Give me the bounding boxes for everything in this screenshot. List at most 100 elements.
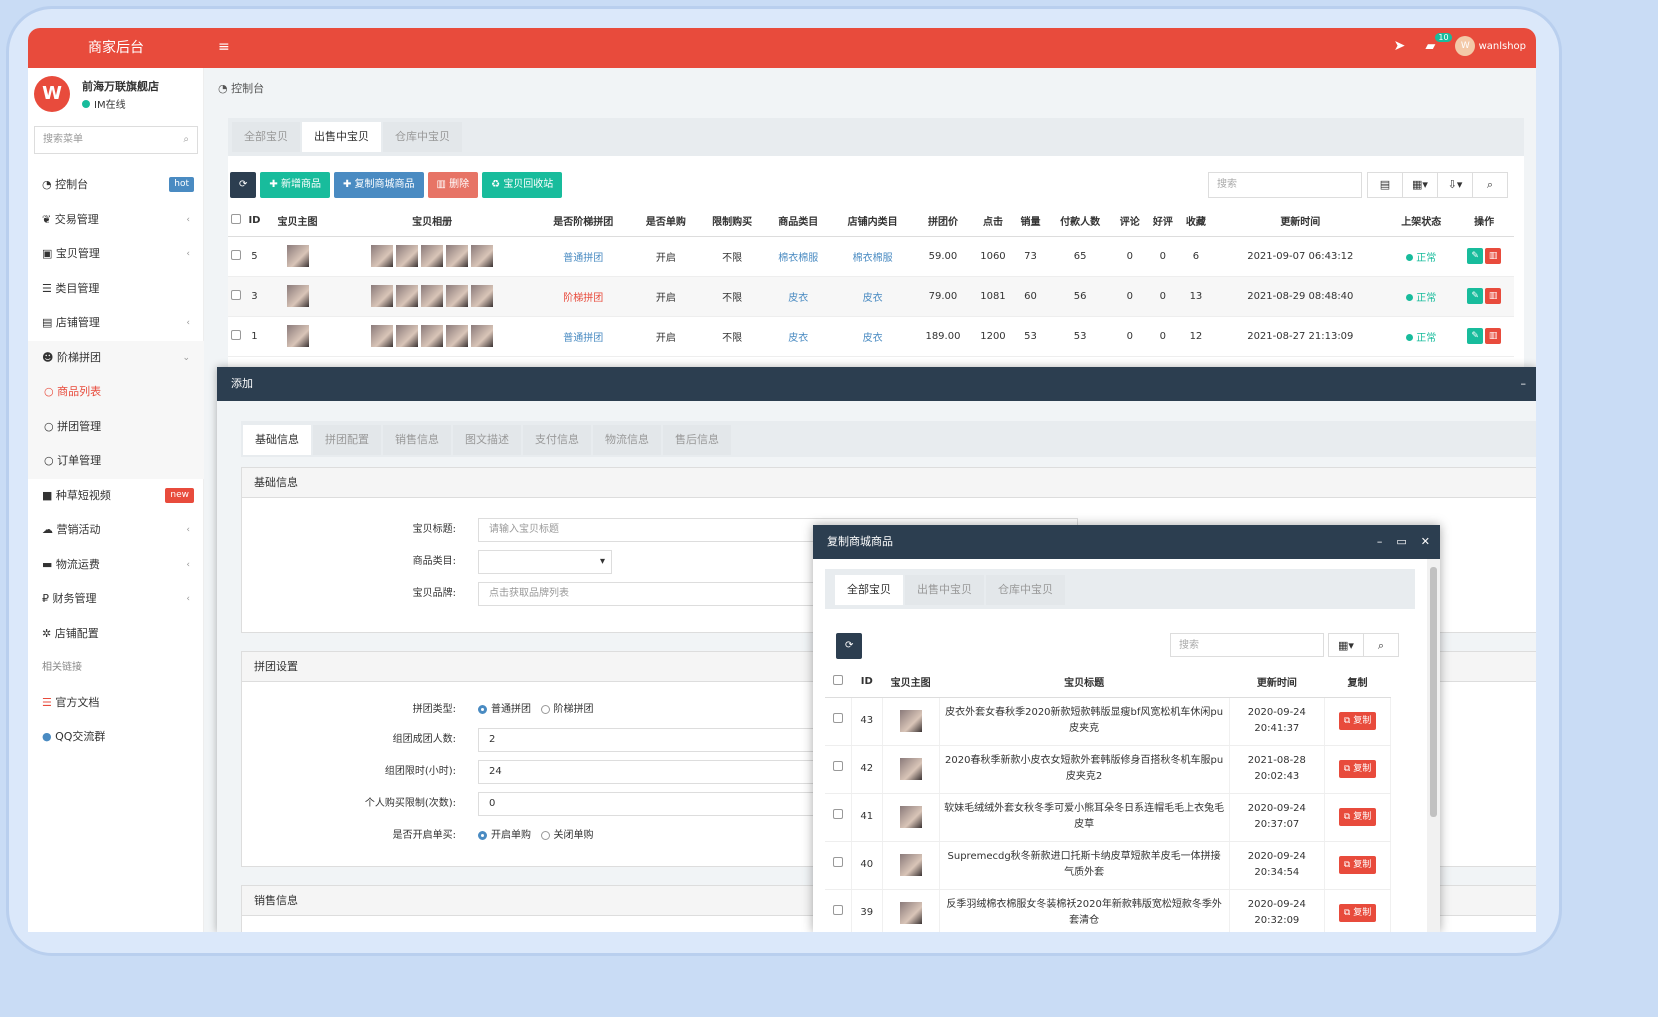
search-icon[interactable]: ⌕ — [1363, 633, 1399, 657]
sidebar-item-docs[interactable]: ☰ 官方文档 — [28, 686, 204, 721]
tab-all-goods[interactable]: 全部宝贝 — [232, 122, 300, 152]
edit-icon[interactable]: ✎ — [1467, 248, 1484, 264]
sidebar-item-trade[interactable]: ❦ 交易管理 ‹ — [28, 203, 204, 238]
copy-modal-scrollbar[interactable] — [1427, 559, 1440, 932]
status-badge[interactable]: 正常 — [1388, 276, 1455, 317]
sidebar-item-videos[interactable]: ■ 种草短视频 new — [28, 479, 204, 514]
tab-after-sales[interactable]: 售后信息 — [663, 425, 731, 455]
row-checkbox[interactable] — [825, 841, 852, 890]
cell-category[interactable]: 皮衣 — [765, 276, 832, 317]
cell-shop-category[interactable]: 棉衣棉服 — [831, 236, 915, 277]
tab-basic[interactable]: 基础信息 — [243, 425, 311, 455]
grid-icon[interactable]: ▦▾ — [1402, 172, 1438, 198]
tab-group-config[interactable]: 拼团配置 — [313, 425, 381, 455]
row-checkbox[interactable] — [228, 276, 245, 317]
col-updated[interactable]: 更新时间 — [1229, 667, 1325, 698]
cell-main-image[interactable] — [264, 316, 331, 357]
trash-icon[interactable]: ▥ — [1485, 328, 1502, 344]
status-badge[interactable]: 正常 — [1388, 236, 1455, 277]
trash-icon[interactable]: ▥ — [1485, 288, 1502, 304]
tab-logistics[interactable]: 物流信息 — [593, 425, 661, 455]
sidebar-item-marketing[interactable]: ☁ 营销活动 ‹ — [28, 513, 204, 548]
cell-type[interactable]: 普通拼团 — [533, 316, 633, 357]
col-price[interactable]: 拼团价 — [914, 206, 972, 237]
breadcrumb[interactable]: ◔ 控制台 — [218, 80, 264, 96]
sidebar-item-group-buy[interactable]: ☻ 阶梯拼团 ⌄ — [28, 340, 204, 375]
sidebar-item-goods[interactable]: ▣ 宝贝管理 ‹ — [28, 237, 204, 272]
delete-button[interactable]: ▥ 删除 — [427, 172, 479, 198]
category-select[interactable]: ▾ — [478, 550, 612, 574]
scrollbar-thumb[interactable] — [1430, 567, 1437, 817]
cell-album[interactable] — [330, 316, 534, 357]
tab-description[interactable]: 图文描述 — [453, 425, 521, 455]
col-id[interactable]: ID — [244, 206, 265, 237]
cell-shop-category[interactable]: 皮衣 — [831, 316, 915, 357]
cell-category[interactable]: 皮衣 — [765, 316, 832, 357]
cell-shop-category[interactable]: 皮衣 — [831, 276, 915, 317]
message-icon[interactable]: ▰ 10 — [1425, 32, 1452, 54]
tab-all-goods[interactable]: 全部宝贝 — [835, 575, 903, 605]
radio-single-off[interactable]: 关闭单购 — [540, 830, 594, 841]
select-all-checkbox[interactable] — [228, 206, 245, 237]
select-all-checkbox[interactable] — [825, 667, 852, 698]
sidebar-item-dashboard[interactable]: ◔ 控制台 hot — [28, 168, 204, 203]
cell-main-image[interactable] — [264, 276, 331, 317]
row-checkbox[interactable] — [825, 793, 852, 842]
hamburger-icon[interactable]: ≡ — [218, 39, 230, 55]
radio-single-on[interactable]: 开启单购 — [478, 830, 531, 841]
sidebar-item-goods-list[interactable]: ○ 商品列表 — [28, 375, 204, 410]
close-icon[interactable]: ✕ — [1421, 525, 1430, 559]
tab-on-sale[interactable]: 出售中宝贝 — [905, 575, 984, 605]
maximize-icon[interactable]: ▭ — [1396, 525, 1406, 559]
col-payers[interactable]: 付款人数 — [1047, 206, 1114, 237]
tab-warehouse[interactable]: 仓库中宝贝 — [383, 122, 462, 152]
minimize-icon[interactable]: – — [1377, 525, 1383, 559]
col-id[interactable]: ID — [851, 667, 883, 698]
col-updated[interactable]: 更新时间 — [1212, 206, 1389, 237]
copy-button[interactable]: ⧉ 复制 — [1338, 760, 1377, 778]
copy-button[interactable]: ⧉ 复制 — [1338, 904, 1377, 922]
copy-button[interactable]: ⧉ 复制 — [1338, 808, 1377, 826]
send-icon[interactable]: ➤ — [1394, 38, 1406, 54]
sidebar-search-input[interactable]: 搜索菜单 ⌕ — [34, 126, 198, 154]
row-checkbox[interactable] — [228, 236, 245, 277]
copy-button[interactable]: ⧉ 复制 — [1338, 856, 1377, 874]
edit-icon[interactable]: ✎ — [1467, 288, 1484, 304]
add-goods-button[interactable]: ✚ 新增商品 — [260, 172, 330, 198]
recycle-bin-button[interactable]: ♻ 宝贝回收站 — [482, 172, 563, 198]
user-menu[interactable]: W wanlshop — [1455, 36, 1526, 56]
copy-search-input[interactable]: 搜索 — [1170, 633, 1324, 657]
radio-normal-group[interactable]: 普通拼团 — [478, 704, 531, 715]
tab-on-sale[interactable]: 出售中宝贝 — [302, 122, 381, 152]
sidebar-item-config[interactable]: ✲ 店铺配置 — [28, 617, 204, 652]
columns-icon[interactable]: ▤ — [1367, 172, 1403, 198]
refresh-button[interactable]: ⟳ — [230, 172, 257, 198]
row-checkbox[interactable] — [825, 889, 852, 932]
sidebar-item-qq[interactable]: ● QQ交流群 — [28, 720, 204, 755]
cell-type[interactable]: 普通拼团 — [533, 236, 633, 277]
minimize-icon[interactable]: – — [1521, 367, 1527, 401]
col-fav[interactable]: 收藏 — [1179, 206, 1213, 237]
row-checkbox[interactable] — [228, 316, 245, 357]
tab-warehouse[interactable]: 仓库中宝贝 — [986, 575, 1065, 605]
refresh-button[interactable]: ⟳ — [836, 633, 863, 659]
col-sales[interactable]: 销量 — [1014, 206, 1048, 237]
cell-main-image[interactable] — [882, 889, 940, 932]
col-comments[interactable]: 评论 — [1113, 206, 1147, 237]
row-checkbox[interactable] — [825, 697, 852, 746]
cell-album[interactable] — [330, 276, 534, 317]
trash-icon[interactable]: ▥ — [1485, 248, 1502, 264]
cell-main-image[interactable] — [882, 697, 940, 746]
row-checkbox[interactable] — [825, 745, 852, 794]
cell-main-image[interactable] — [882, 841, 940, 890]
sidebar-item-group-manage[interactable]: ○ 拼团管理 — [28, 409, 204, 444]
edit-icon[interactable]: ✎ — [1467, 328, 1484, 344]
col-clicks[interactable]: 点击 — [971, 206, 1014, 237]
sidebar-item-shipping[interactable]: ▬ 物流运费 ‹ — [28, 548, 204, 583]
sidebar-item-orders[interactable]: ○ 订单管理 — [28, 444, 204, 479]
export-icon[interactable]: ⇩▾ — [1437, 172, 1473, 198]
status-badge[interactable]: 正常 — [1388, 316, 1455, 357]
tab-payment[interactable]: 支付信息 — [523, 425, 591, 455]
cell-main-image[interactable] — [264, 236, 331, 277]
col-good[interactable]: 好评 — [1146, 206, 1180, 237]
